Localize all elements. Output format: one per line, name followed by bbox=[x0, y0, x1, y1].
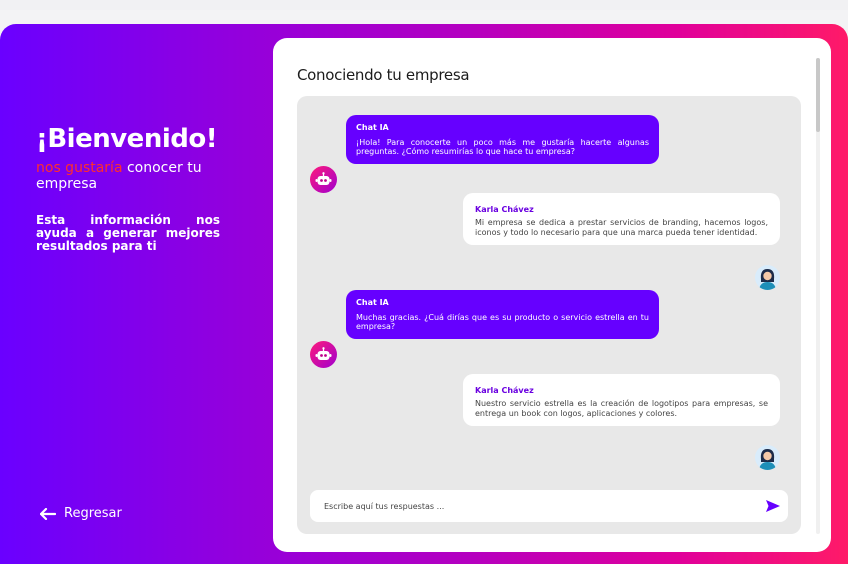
chat-area: Chat IA ¡Hola! Para conocerte un poco má… bbox=[297, 96, 801, 534]
bot-message: Chat IA ¡Hola! Para conocerte un poco má… bbox=[346, 115, 659, 164]
message-sender: Karla Chávez bbox=[475, 205, 534, 214]
info-text: Esta información nos ayuda a generar mej… bbox=[36, 213, 220, 253]
scrollbar[interactable] bbox=[816, 58, 820, 534]
panel-title: Conociendo tu empresa bbox=[297, 66, 470, 84]
chat-panel: Conociendo tu empresa Chat IA ¡Hola! Par… bbox=[273, 38, 831, 552]
scrollbar-thumb[interactable] bbox=[816, 58, 820, 132]
user-avatar bbox=[755, 265, 780, 290]
message-text: ¡Hola! Para conocerte un poco más me gus… bbox=[356, 138, 649, 156]
user-avatar bbox=[755, 445, 780, 470]
subtitle-accent: nos gustaría bbox=[36, 160, 123, 176]
message-text: Nuestro servicio estrella es la creación… bbox=[475, 399, 768, 418]
welcome-title: ¡Bienvenido! bbox=[36, 124, 218, 154]
robot-icon bbox=[310, 341, 337, 368]
message-text: Muchas gracias. ¿Cuá dirías que es su pr… bbox=[356, 313, 649, 331]
arrow-left-icon bbox=[40, 507, 56, 520]
bot-message: Chat IA Muchas gracias. ¿Cuá dirías que … bbox=[346, 290, 659, 339]
message-sender: Chat IA bbox=[356, 123, 389, 132]
robot-icon bbox=[310, 166, 337, 193]
answer-input-box bbox=[310, 490, 788, 522]
top-strip bbox=[0, 0, 848, 10]
message-text: Mi empresa se dedica a prestar servicios… bbox=[475, 218, 768, 237]
message-sender: Chat IA bbox=[356, 298, 389, 307]
user-message: Karla Chávez Mi empresa se dedica a pres… bbox=[463, 193, 780, 245]
welcome-subtitle: nos gustaría conocer tu empresa bbox=[36, 160, 236, 192]
message-sender: Karla Chávez bbox=[475, 386, 534, 395]
back-label: Regresar bbox=[64, 506, 122, 521]
send-icon[interactable] bbox=[758, 490, 788, 522]
answer-input[interactable] bbox=[324, 501, 758, 511]
back-button[interactable]: Regresar bbox=[40, 506, 122, 521]
user-message: Karla Chávez Nuestro servicio estrella e… bbox=[463, 374, 780, 426]
